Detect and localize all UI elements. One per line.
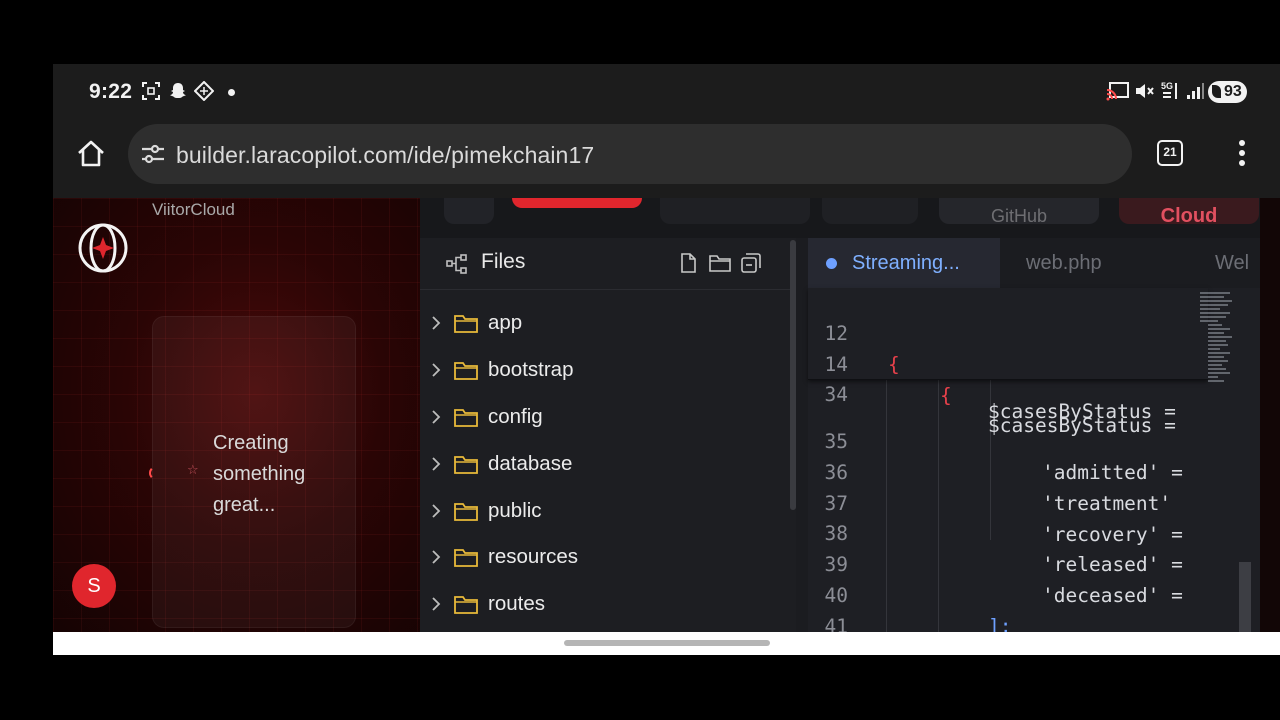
brand-panel: ViitorCloud ☆ Creating something great..…: [53, 198, 420, 632]
code-line: 12 {: [808, 288, 1208, 376]
chevron-right-icon[interactable]: [424, 410, 448, 424]
code-line: 39 'deceased' =: [808, 519, 1208, 607]
folder-label: bootstrap: [488, 358, 574, 382]
files-title: Files: [481, 250, 526, 273]
navigation-bar: [53, 632, 1280, 655]
tab-welcome[interactable]: Wel: [1215, 238, 1249, 288]
site-settings-icon[interactable]: [140, 143, 166, 165]
folder-row[interactable]: public: [420, 487, 796, 534]
folder-row[interactable]: app: [420, 300, 796, 347]
toolbar-button[interactable]: [660, 198, 810, 224]
github-button[interactable]: GitHub: [939, 198, 1099, 226]
code-line: 38 'released' =: [808, 488, 1208, 576]
unsaved-dot-icon: [826, 258, 837, 269]
cloud-button[interactable]: Cloud: [1119, 198, 1259, 227]
folder-row[interactable]: database: [420, 440, 796, 487]
folder-label: app: [488, 311, 523, 335]
folder-icon: [454, 547, 480, 568]
toolbar-button[interactable]: [822, 198, 918, 224]
brand-name: ViitorCloud: [152, 200, 235, 219]
home-indicator[interactable]: [564, 640, 770, 646]
tab-label: Streaming...: [852, 252, 960, 274]
code-editor: Streaming... web.php Wel $casesByStatus …: [799, 238, 1260, 632]
line-code: $casesByStatus =: [988, 413, 1176, 437]
code-area[interactable]: $casesByStatus = 35 'admitted' = 36 'tre…: [808, 288, 1260, 632]
folder-label: resources: [488, 545, 579, 569]
ide-toolbar: GitHub Cloud: [420, 198, 1260, 238]
files-panel: Files app bootstrap config database publ…: [420, 238, 796, 632]
app-icon: [194, 81, 214, 101]
code-line: 14 {: [808, 319, 1208, 407]
spinner-icon: [149, 466, 163, 480]
folder-label: routes: [488, 592, 545, 616]
tab-streaming[interactable]: Streaming...: [808, 238, 1000, 288]
phone-screen: 9:22 5G 93 builder.laracopilot.com/ide/p…: [53, 64, 1280, 655]
folder-label: public: [488, 498, 542, 522]
folder-row[interactable]: routes: [420, 581, 796, 628]
file-tree: app bootstrap config database public res…: [420, 300, 796, 628]
chevron-right-icon[interactable]: [424, 597, 448, 611]
folder-row[interactable]: resources: [420, 534, 796, 581]
more-options-icon[interactable]: [1235, 138, 1249, 168]
code-line: 34 $casesByStatus =: [808, 349, 1208, 437]
url-text[interactable]: builder.laracopilot.com/ide/pimekchain17: [176, 142, 594, 169]
folder-label: config: [488, 404, 543, 428]
battery-level: 93: [1224, 83, 1242, 100]
browser-toolbar: builder.laracopilot.com/ide/pimekchain17…: [53, 120, 1280, 198]
editor-scrollbar[interactable]: [1239, 562, 1251, 632]
chevron-right-icon[interactable]: [424, 363, 448, 377]
brand-logo-icon: [77, 222, 129, 274]
editor-tabs: Streaming... web.php Wel: [799, 238, 1260, 288]
tab-switcher-button[interactable]: 21: [1157, 140, 1183, 166]
folder-row[interactable]: bootstrap: [420, 347, 796, 394]
folder-row[interactable]: config: [420, 394, 796, 441]
files-scrollbar[interactable]: [790, 240, 796, 510]
toolbar-active-button[interactable]: [512, 198, 642, 208]
cast-icon: [1106, 81, 1130, 101]
battery-icon: 93: [1208, 81, 1247, 103]
folder-icon: [454, 454, 480, 474]
line-number: 34: [824, 382, 848, 406]
notification-dot-icon: [228, 89, 235, 96]
svg-text:5G: 5G: [1161, 81, 1173, 91]
tab-web-php[interactable]: web.php: [1026, 238, 1102, 288]
line-code: ];: [988, 614, 1012, 632]
signal-icon: [1185, 81, 1205, 101]
folder-icon: [454, 594, 480, 615]
url-bar[interactable]: builder.laracopilot.com/ide/pimekchain17: [128, 124, 1132, 184]
minimap[interactable]: [1200, 290, 1236, 428]
5g-icon: 5G: [1161, 81, 1181, 101]
new-folder-icon[interactable]: [708, 252, 731, 274]
collapse-all-icon[interactable]: [740, 252, 762, 274]
chevron-right-icon[interactable]: [424, 316, 448, 331]
home-icon: [78, 140, 104, 167]
folder-icon: [454, 501, 480, 521]
folder-icon: [454, 360, 480, 381]
code-line: 41: [808, 581, 1208, 632]
code-line: 40 ];: [808, 550, 1208, 632]
line-number: 41: [824, 614, 848, 632]
web-content: ViitorCloud ☆ Creating something great..…: [53, 198, 1280, 632]
loading-message: Creating something great...: [213, 432, 306, 516]
files-header: Files: [420, 238, 796, 290]
folder-icon: [454, 407, 480, 427]
status-bar: 9:22 5G 93: [53, 64, 1280, 120]
screenshot-icon: [141, 81, 161, 101]
folder-label: database: [488, 451, 573, 475]
chevron-right-icon[interactable]: [424, 503, 448, 518]
new-file-icon[interactable]: [677, 252, 699, 274]
chevron-right-icon[interactable]: [424, 457, 448, 471]
snapchat-icon: [168, 81, 188, 101]
home-button[interactable]: [75, 138, 107, 170]
user-avatar[interactable]: S: [72, 564, 116, 608]
sticky-scroll-header: 12 { 14 { 34 $casesByStatus =: [808, 288, 1208, 437]
file-tree-icon: [446, 253, 468, 275]
mute-icon: [1134, 81, 1154, 101]
status-time: 9:22: [89, 80, 133, 103]
ide-workspace: GitHub Cloud Files app bootstrap config …: [420, 198, 1260, 632]
toolbar-button[interactable]: [444, 198, 494, 224]
folder-icon: [454, 313, 480, 334]
sparkle-icon: ☆: [187, 462, 199, 477]
chevron-right-icon[interactable]: [424, 550, 448, 565]
